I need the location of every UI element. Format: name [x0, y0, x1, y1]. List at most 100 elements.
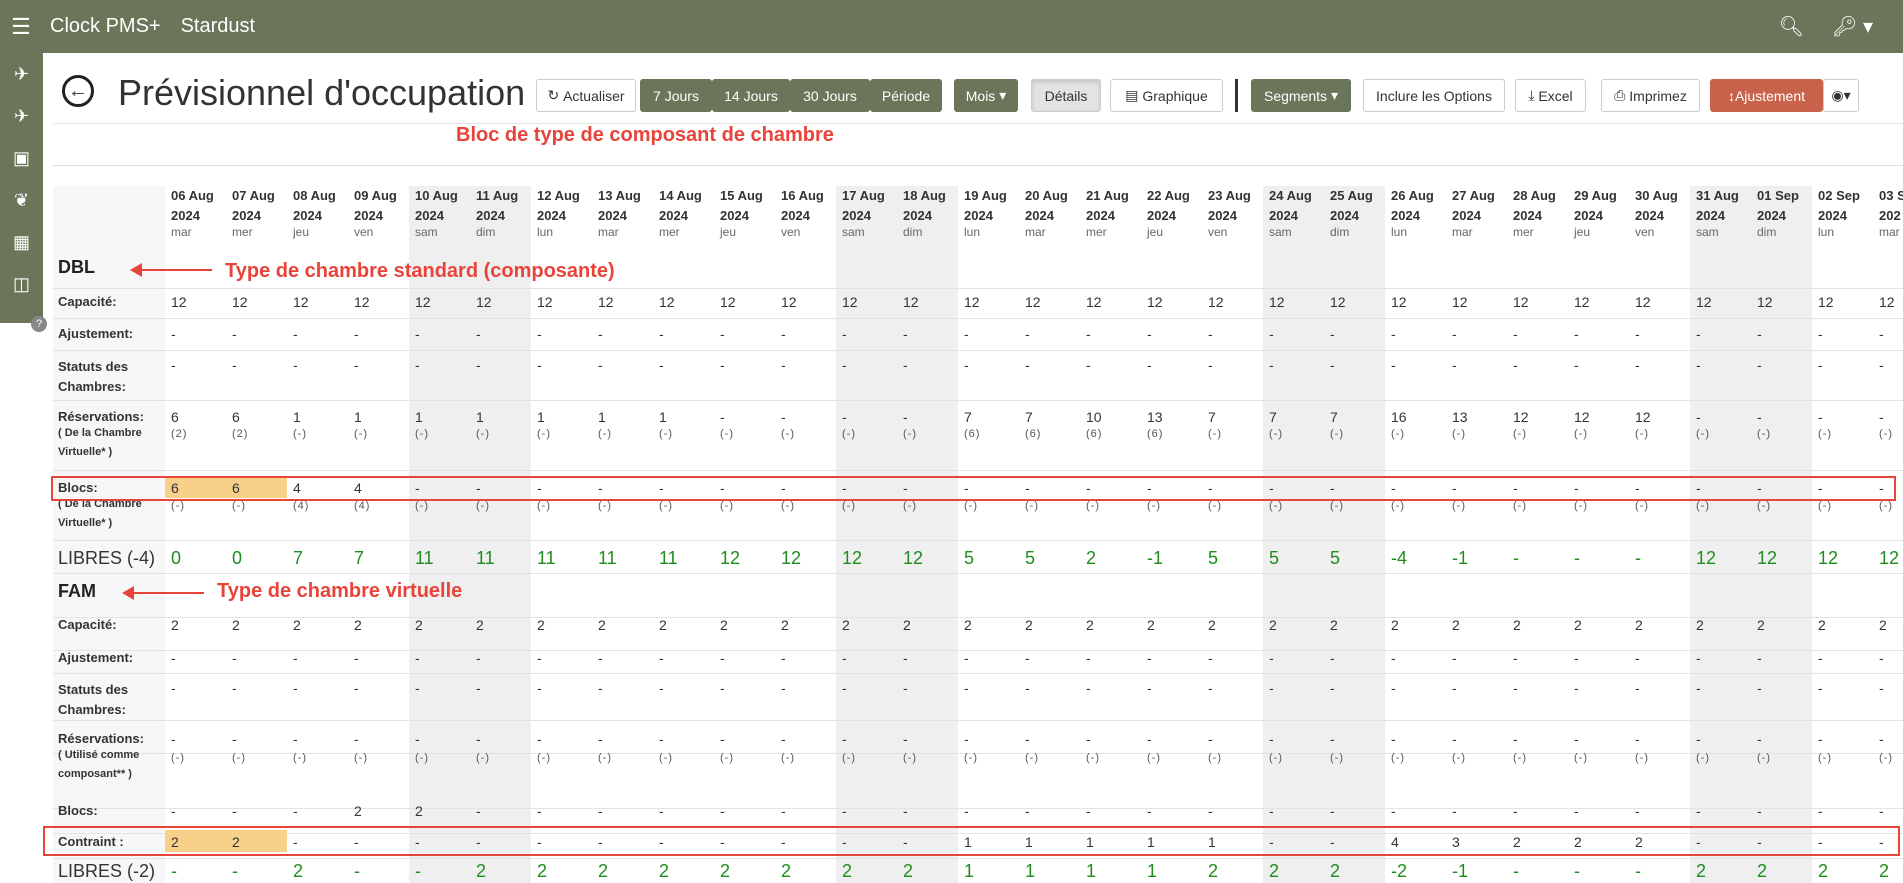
hotel-name[interactable]: Stardust [181, 15, 255, 38]
free-cell: -1 [1452, 548, 1469, 568]
date-header[interactable]: 23 Aug 2024 ven [1208, 186, 1269, 239]
help-icon[interactable]: ? [31, 316, 47, 332]
adjustment-cell: - [415, 326, 420, 342]
capacity-cell: 12 [171, 294, 187, 310]
reservations-sub-cell: (-) [293, 428, 307, 440]
blocks-cell: - [232, 803, 237, 819]
capacity-cell: 2 [720, 617, 728, 633]
date-header[interactable]: 13 Aug 2024 mar [598, 186, 659, 239]
date-header[interactable]: 24 Aug 2024 sam [1269, 186, 1330, 239]
reservations-sub-cell: (-) [1208, 752, 1222, 764]
reservations-sub-cell: (2) [171, 428, 188, 440]
capacity-cell: 2 [1879, 617, 1887, 633]
adjustment-button[interactable]: ↕ Ajustement [1710, 79, 1823, 112]
free-cell: 2 [598, 861, 609, 881]
free-cell: 5 [1208, 548, 1219, 568]
reservations-sub-cell: (-) [1330, 428, 1344, 440]
date-header[interactable]: 27 Aug 2024 mar [1452, 186, 1513, 239]
date-header[interactable]: 03 S 202 mar [1879, 186, 1903, 239]
annotation-virtual-type: Type de chambre virtuelle [217, 580, 463, 602]
free-cell: 2 [1696, 861, 1707, 881]
adjustment-cell: - [1208, 326, 1213, 342]
details-button[interactable]: Détails [1031, 79, 1101, 112]
app-brand[interactable]: Clock PMS+ [50, 15, 161, 38]
arrivals-icon[interactable]: ✈ [0, 53, 43, 95]
date-header[interactable]: 02 Sep 2024 lun [1818, 186, 1879, 239]
date-header[interactable]: 28 Aug 2024 mer [1513, 186, 1574, 239]
capacity-cell: 2 [1025, 617, 1033, 633]
eye-dropdown-icon[interactable]: ◉▾ [1823, 79, 1859, 112]
adjustment-cell: - [1452, 326, 1457, 342]
room-status-cell: - [537, 680, 542, 696]
blocks-sub-cell: (-) [1269, 500, 1283, 512]
date-header[interactable]: 12 Aug 2024 lun [537, 186, 598, 239]
row-divider [53, 350, 1903, 351]
date-header[interactable]: 19 Aug 2024 lun [964, 186, 1025, 239]
date-header[interactable]: 15 Aug 2024 jeu [720, 186, 781, 239]
free-cell: 2 [1757, 861, 1768, 881]
hamburger-menu-icon[interactable]: ☰ [0, 14, 42, 40]
reservations-cell: - [1391, 731, 1396, 747]
date-header[interactable]: 01 Sep 2024 dim [1757, 186, 1818, 239]
date-header[interactable]: 07 Aug 2024 mer [232, 186, 293, 239]
book-icon[interactable]: ◫ [0, 263, 43, 305]
date-header[interactable]: 08 Aug 2024 jeu [293, 186, 354, 239]
date-header[interactable]: 25 Aug 2024 dim [1330, 186, 1391, 239]
highlight-box-blocks [51, 476, 1896, 501]
adjustment-cell: - [1208, 650, 1213, 666]
free-cell: - [1574, 861, 1580, 881]
row-label-capacity: Capacité: [58, 294, 117, 309]
leaf-icon[interactable]: ❦ [0, 179, 43, 221]
30-days-button[interactable]: 30 Jours [790, 79, 870, 112]
date-header[interactable]: 22 Aug 2024 jeu [1147, 186, 1208, 239]
key-dropdown-icon[interactable]: 🔑︎ ▾ [1832, 14, 1873, 39]
date-header[interactable]: 14 Aug 2024 mer [659, 186, 720, 239]
14-days-button[interactable]: 14 Jours [712, 79, 790, 112]
room-status-cell: - [1818, 357, 1823, 373]
room-status-cell: - [964, 680, 969, 696]
capacity-cell: 12 [598, 294, 614, 310]
bed-icon[interactable]: ▣ [0, 137, 43, 179]
reservations-cell: 1 [354, 409, 362, 425]
date-header[interactable]: 31 Aug 2024 sam [1696, 186, 1757, 239]
reservations-sub-cell: (-) [1208, 428, 1222, 440]
departures-icon[interactable]: ✈ [0, 95, 43, 137]
reservations-sub-cell: (-) [964, 752, 978, 764]
date-header[interactable]: 11 Aug 2024 dim [476, 186, 537, 239]
free-cell: 7 [354, 548, 365, 568]
include-options-button[interactable]: Inclure les Options [1363, 79, 1505, 112]
segments-dropdown[interactable]: Segments ▾ [1251, 79, 1351, 112]
adjustment-cell: - [354, 326, 359, 342]
period-button[interactable]: Période [870, 79, 942, 112]
date-header[interactable]: 20 Aug 2024 mar [1025, 186, 1086, 239]
date-header[interactable]: 17 Aug 2024 sam [842, 186, 903, 239]
7-days-button[interactable]: 7 Jours [640, 79, 712, 112]
date-header[interactable]: 06 Aug 2024 mar [171, 186, 232, 239]
back-arrow-icon[interactable]: ← [62, 75, 94, 107]
search-icon[interactable]: 🔍︎ [1779, 14, 1804, 39]
adjustment-cell: - [1086, 650, 1091, 666]
blocks-sub-cell: (-) [1330, 500, 1344, 512]
reservations-sub-cell: (-) [1086, 752, 1100, 764]
graph-button[interactable]: ▤ Graphique [1110, 79, 1223, 112]
excel-button[interactable]: ⤓ Excel [1515, 79, 1586, 112]
date-header[interactable]: 18 Aug 2024 dim [903, 186, 964, 239]
print-button[interactable]: ⎙ Imprimez [1601, 79, 1700, 112]
reservations-cell: - [354, 731, 359, 747]
date-header[interactable]: 29 Aug 2024 jeu [1574, 186, 1635, 239]
free-cell: 0 [171, 548, 182, 568]
room-status-cell: - [476, 680, 481, 696]
calendar-icon[interactable]: ▦ [0, 221, 43, 263]
month-dropdown[interactable]: Mois ▾ [954, 79, 1018, 112]
date-header[interactable]: 16 Aug 2024 ven [781, 186, 842, 239]
date-header[interactable]: 26 Aug 2024 lun [1391, 186, 1452, 239]
date-header[interactable]: 21 Aug 2024 mer [1086, 186, 1147, 239]
date-header[interactable]: 09 Aug 2024 ven [354, 186, 415, 239]
date-header[interactable]: 30 Aug 2024 ven [1635, 186, 1696, 239]
reservations-sub-cell: (-) [537, 752, 551, 764]
date-header[interactable]: 10 Aug 2024 sam [415, 186, 476, 239]
adjustment-cell: - [903, 650, 908, 666]
refresh-button[interactable]: ↻ Actualiser [536, 79, 636, 112]
adjustment-cell: - [842, 650, 847, 666]
free-cell: 2 [293, 861, 304, 881]
